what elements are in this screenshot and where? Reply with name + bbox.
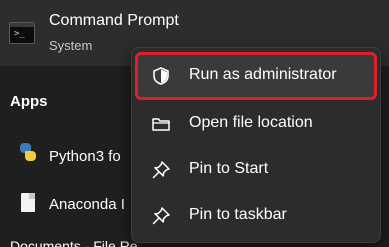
menu-item-label: Run as administrator <box>189 66 337 83</box>
menu-item-label: Pin to taskbar <box>189 206 287 223</box>
app-result-label: Python3 fo <box>49 148 121 165</box>
pin-icon <box>152 161 170 179</box>
menu-item-run-as-administrator[interactable]: Run as administrator <box>135 52 377 100</box>
folder-icon <box>152 118 170 131</box>
app-result-label: Anaconda I <box>49 196 125 213</box>
menu-item-pin-to-start[interactable]: Pin to Start <box>137 148 375 192</box>
partial-section-heading: Documents - File Re <box>10 238 138 247</box>
pin-icon <box>152 207 170 225</box>
app-subtitle: System <box>49 38 93 53</box>
shield-icon <box>153 67 169 85</box>
menu-item-open-file-location[interactable]: Open file location <box>137 102 375 146</box>
python-icon <box>18 142 38 162</box>
start-menu-search-results: >_ Command Prompt System Apps Python3 fo… <box>0 0 389 247</box>
command-prompt-icon: >_ <box>9 22 35 44</box>
menu-item-pin-to-taskbar[interactable]: Pin to taskbar <box>137 194 375 238</box>
menu-item-label: Open file location <box>189 114 313 131</box>
document-icon <box>18 193 38 213</box>
apps-section-heading: Apps <box>10 93 48 110</box>
menu-item-label: Pin to Start <box>189 160 269 177</box>
app-title: Command Prompt <box>49 12 179 29</box>
context-menu: Run as administrator Open file location … <box>131 47 381 243</box>
